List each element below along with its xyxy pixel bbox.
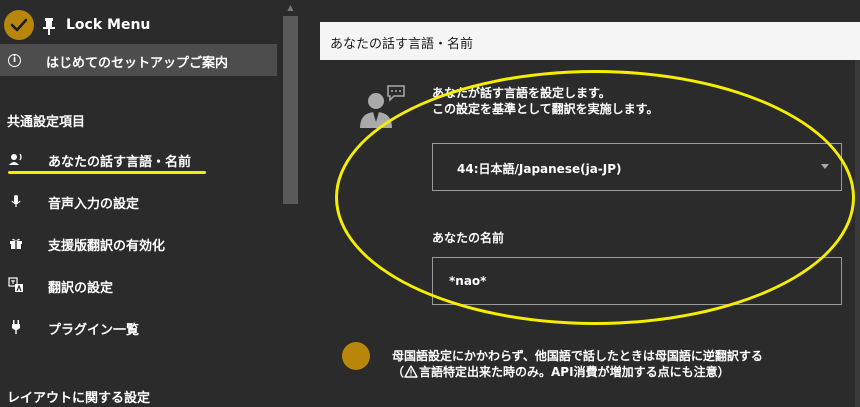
info-icon: i bbox=[8, 54, 21, 67]
name-field-label: あなたの名前 bbox=[432, 231, 505, 245]
reverse-translation-label-line2: （ 言語特定出来た時のみ。API消費が増加する点にも注意） bbox=[392, 363, 730, 380]
language-description-line2: この設定を基準として翻訳を実施します。 bbox=[432, 102, 659, 116]
sidebar-item-translation-settings[interactable]: 翻訳の設定 bbox=[0, 268, 277, 302]
chevron-down-icon bbox=[821, 164, 829, 169]
scroll-up-icon[interactable]: ▲ bbox=[282, 0, 299, 16]
common-settings-heading: 共通設定項目 bbox=[7, 115, 86, 130]
sidebar-item-plugins[interactable]: プラグイン一覧 bbox=[0, 310, 277, 344]
speaking-person-icon bbox=[9, 153, 22, 165]
panel-edge bbox=[855, 60, 860, 407]
panel-header: あなたの話す言語・名前 bbox=[320, 22, 860, 60]
lock-menu-toggle[interactable] bbox=[4, 10, 34, 40]
scrollbar-thumb[interactable] bbox=[283, 16, 298, 204]
language-select[interactable]: 44:日本語/Japanese(ja-JP) bbox=[432, 143, 842, 191]
layout-settings-heading: レイアウトに関する設定 bbox=[7, 391, 151, 406]
sidebar-item-voice-input[interactable]: 音声入力の設定 bbox=[0, 184, 277, 218]
check-icon bbox=[10, 18, 28, 32]
paren-open: （ bbox=[392, 365, 405, 379]
translate-icon bbox=[8, 277, 23, 292]
reverse-translation-toggle[interactable] bbox=[342, 342, 370, 370]
pin-icon bbox=[43, 18, 55, 35]
reverse-translation-label-line1: 母国語設定にかかわらず、他国語で話したときは母国語に逆翻訳する bbox=[392, 349, 763, 363]
sidebar-item-label: 翻訳の設定 bbox=[48, 281, 114, 296]
setup-guide-label: はじめてのセットアップご案内 bbox=[46, 56, 229, 71]
lock-menu-label: Lock Menu bbox=[66, 17, 151, 33]
gift-icon bbox=[10, 238, 22, 249]
setup-guide-item[interactable]: i はじめてのセットアップご案内 bbox=[0, 44, 277, 76]
sidebar-item-support-translation[interactable]: 支援版翻訳の有効化 bbox=[0, 226, 277, 260]
sidebar-item-label: プラグイン一覧 bbox=[48, 323, 140, 338]
sidebar-item-label: あなたの話す言語・名前 bbox=[48, 155, 192, 170]
speaking-user-icon bbox=[360, 85, 405, 128]
language-select-value: 44:日本語/Japanese(ja-JP) bbox=[457, 162, 622, 176]
plug-icon bbox=[12, 320, 20, 334]
warning-icon bbox=[404, 365, 418, 378]
name-field[interactable] bbox=[433, 258, 841, 304]
sidebar: Lock Menu i はじめてのセットアップご案内 共通設定項目 あなたの話す… bbox=[0, 0, 300, 407]
active-item-underline bbox=[8, 171, 206, 174]
name-field-box[interactable] bbox=[432, 257, 842, 305]
microphone-icon bbox=[11, 195, 21, 207]
lock-menu-row[interactable]: Lock Menu bbox=[0, 6, 277, 44]
page-title: あなたの話す言語・名前 bbox=[330, 37, 474, 52]
reverse-translation-note: 言語特定出来た時のみ。API消費が増加する点にも注意） bbox=[419, 365, 730, 379]
sidebar-item-label: 音声入力の設定 bbox=[48, 197, 140, 212]
sidebar-item-label: 支援版翻訳の有効化 bbox=[48, 239, 166, 254]
language-description-line1: あなたが話す言語を設定します。 bbox=[432, 86, 611, 100]
